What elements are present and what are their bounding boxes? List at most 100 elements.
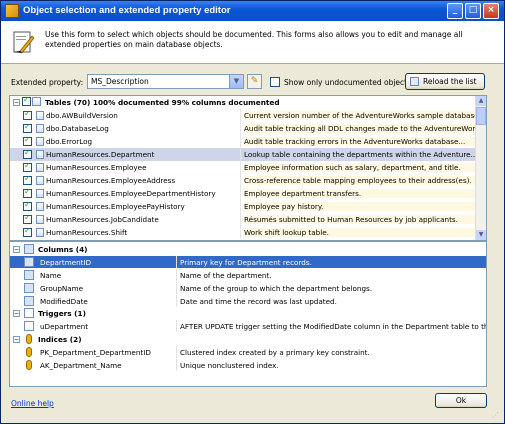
column-divider [240, 174, 241, 187]
table-icon [36, 189, 44, 198]
detail-row[interactable]: uDepartment AFTER UPDATE trigger setting … [10, 320, 486, 332]
detail-description[interactable]: AFTER UPDATE trigger setting the Modifie… [180, 322, 486, 331]
row-checkbox[interactable] [23, 187, 32, 198]
table-row[interactable]: HumanResources.EmployeeAddress Cross-refe… [10, 174, 478, 187]
table-icon [36, 124, 44, 133]
detail-description[interactable]: Unique nonclustered index. [180, 361, 279, 370]
table-description[interactable]: Cross-reference table mapping employees … [244, 176, 476, 185]
reload-label: Reload the list [423, 77, 477, 86]
table-icon [36, 228, 44, 237]
detail-description[interactable]: Clustered index created by a primary key… [180, 348, 370, 357]
tables-scrollbar[interactable]: ▲ ▼ [475, 96, 486, 240]
header-description: Use this form to select which objects sh… [45, 30, 463, 49]
triggers-group-header[interactable]: − Triggers (1) [10, 307, 486, 319]
indices-group-header[interactable]: − Indices (2) [10, 333, 486, 345]
table-description[interactable]: Employee information such as salary, dep… [244, 163, 476, 172]
column-divider [176, 256, 177, 268]
table-row[interactable]: HumanResources.JobCandidate Résumés submi… [10, 213, 478, 226]
table-description[interactable]: Résumés submitted to Human Resources by … [244, 215, 476, 224]
chevron-down-icon[interactable]: ▼ [229, 75, 243, 88]
table-description[interactable]: Employee pay history. [244, 202, 476, 211]
detail-row[interactable]: PK_Department_DepartmentID Clustered inde… [10, 346, 486, 358]
scroll-down-icon[interactable]: ▼ [476, 230, 486, 240]
close-button[interactable]: × [483, 3, 499, 19]
window-title: Object selection and extended property e… [23, 5, 231, 16]
scroll-thumb[interactable] [476, 107, 486, 125]
reload-icon [410, 77, 419, 86]
only-undocumented-checkbox[interactable] [270, 77, 280, 87]
table-description[interactable]: Work shift lookup table. [244, 228, 476, 237]
table-icon [36, 150, 44, 159]
table-row[interactable]: dbo.ErrorLog Audit table tracking errors … [10, 135, 478, 148]
row-checkbox[interactable] [23, 161, 32, 172]
detail-row[interactable]: GroupName Name of the group to which the … [10, 282, 486, 294]
table-row[interactable]: HumanResources.Employee Employee informat… [10, 161, 478, 174]
detail-row[interactable]: ModifiedDate Date and time the record was… [10, 295, 486, 307]
columns-group-header[interactable]: − Columns (4) [10, 243, 486, 255]
minimize-button[interactable]: _ [447, 3, 463, 19]
only-undocumented-label: Show only undocumented objects [284, 78, 411, 87]
extended-property-value: MS_Description [91, 77, 149, 86]
table-row[interactable]: HumanResources.Department Lookup table co… [10, 148, 478, 161]
detail-description[interactable]: Primary key for Department records. [180, 258, 312, 267]
column-divider [176, 282, 177, 294]
title-bar[interactable]: Object selection and extended property e… [1, 1, 504, 21]
table-description[interactable]: Employee department transfers. [244, 189, 476, 198]
table-row[interactable]: HumanResources.EmployeePayHistory Employe… [10, 200, 478, 213]
table-row[interactable]: dbo.DatabaseLog Audit table tracking all … [10, 122, 478, 135]
detail-name: uDepartment [40, 322, 89, 331]
table-name: HumanResources.EmployeeAddress [46, 176, 176, 185]
collapse-icon[interactable]: − [13, 99, 20, 106]
table-icon [36, 111, 44, 120]
column-divider [240, 122, 241, 135]
table-row[interactable]: dbo.AWBuildVersion Current version number… [10, 109, 478, 122]
table-name: HumanResources.EmployeePayHistory [46, 202, 185, 211]
table-row[interactable]: HumanResources.EmployeeDepartmentHistory… [10, 187, 478, 200]
columns-icon-wrap [10, 243, 40, 255]
column-icon [24, 296, 34, 306]
detail-description[interactable]: Name of the department. [180, 271, 272, 280]
row-checkbox[interactable] [23, 109, 32, 120]
reload-list-button[interactable]: Reload the list [405, 73, 485, 90]
table-description[interactable]: Audit table tracking all DDL changes mad… [244, 124, 476, 133]
row-checkbox[interactable] [23, 122, 32, 133]
column-icon [24, 283, 34, 293]
detail-row[interactable]: AK_Department_Name Unique nonclustered in… [10, 359, 486, 371]
triggers-header: Triggers (1) [38, 309, 86, 318]
edit-property-button[interactable]: ✎ [247, 74, 262, 89]
tables-group-header[interactable]: − Tables (70) 100% documented 99% column… [10, 96, 486, 108]
row-checkbox[interactable] [23, 213, 32, 224]
columns-header: Columns (4) [38, 245, 88, 254]
detail-description[interactable]: Date and time the record was last update… [180, 297, 337, 306]
column-divider [240, 226, 241, 239]
ok-button[interactable]: Ok [435, 393, 487, 408]
tables-checkbox[interactable] [22, 96, 31, 106]
table-name: HumanResources.Shift [46, 228, 128, 237]
detail-name: ModifiedDate [40, 297, 88, 306]
key-icon [26, 347, 32, 357]
detail-row[interactable]: DepartmentID Primary key for Department r… [10, 256, 486, 268]
resize-grip-icon[interactable]: ⋰ [492, 411, 502, 421]
row-checkbox[interactable] [23, 148, 32, 159]
table-description[interactable]: Current version number of the AdventureW… [244, 111, 476, 120]
table-row[interactable]: HumanResources.Shift Work shift lookup ta… [10, 226, 478, 239]
extended-property-select[interactable]: MS_Description ▼ [87, 74, 244, 89]
table-description[interactable]: Lookup table containing the departments … [244, 150, 476, 159]
scroll-up-icon[interactable]: ▲ [476, 96, 486, 106]
table-name: HumanResources.Employee [46, 163, 147, 172]
detail-row[interactable]: Name Name of the department. [10, 269, 486, 281]
extended-property-label: Extended property: [11, 78, 84, 87]
table-description[interactable]: Audit table tracking errors in the Adven… [244, 137, 476, 146]
online-help-link[interactable]: Online help [11, 399, 54, 408]
table-icon [36, 137, 44, 146]
row-checkbox[interactable] [23, 226, 32, 237]
row-checkbox[interactable] [23, 200, 32, 211]
row-checkbox[interactable] [23, 174, 32, 185]
details-pane: − Columns (4) DepartmentID Primary key fo… [9, 241, 487, 387]
table-name: HumanResources.JobCandidate [46, 215, 159, 224]
table-icon [36, 163, 44, 172]
row-checkbox[interactable] [23, 135, 32, 146]
maximize-button[interactable]: □ [465, 3, 481, 19]
table-name: dbo.DatabaseLog [46, 124, 109, 133]
detail-description[interactable]: Name of the group to which the departmen… [180, 284, 372, 293]
